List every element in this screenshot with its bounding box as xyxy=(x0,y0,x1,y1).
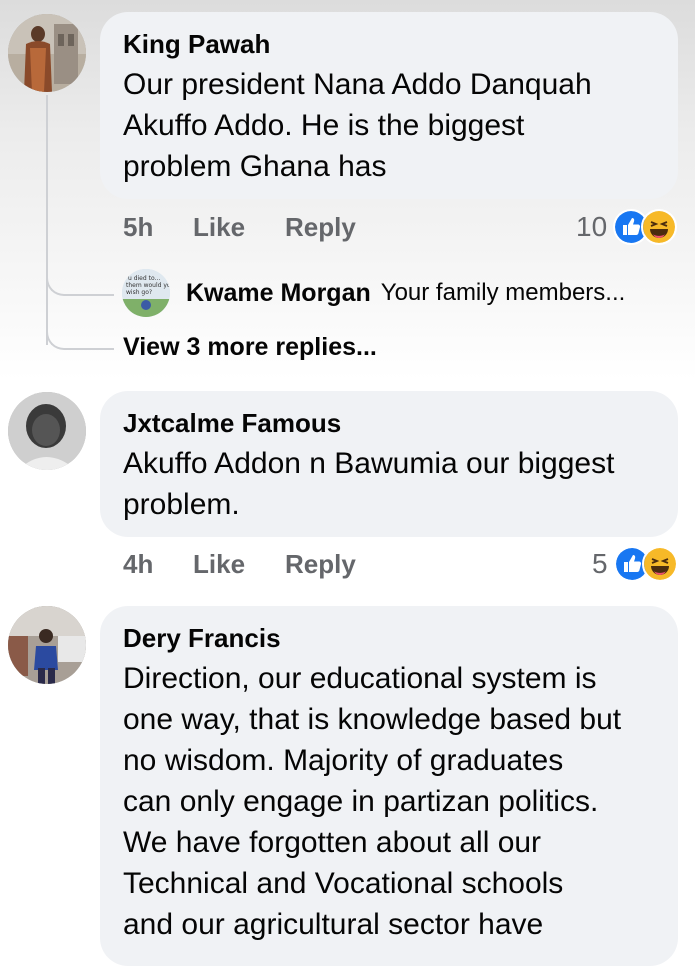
comment-text: Direction, our educational system is one… xyxy=(123,662,622,941)
svg-text:them would yo: them would yo xyxy=(126,282,170,289)
comment-bubble[interactable]: Dery Francis Direction, our educational … xyxy=(100,606,678,966)
comment-actions: 4h Like Reply xyxy=(123,544,356,584)
reaction-summary[interactable]: 10 xyxy=(576,207,678,247)
profile-photo-icon xyxy=(8,606,86,684)
avatar-dery-francis[interactable] xyxy=(8,606,86,684)
profile-photo-icon xyxy=(8,392,86,470)
reaction-count: 5 xyxy=(592,548,608,579)
comment-actions: 5h Like Reply xyxy=(123,207,356,247)
avatar-king-pawah[interactable] xyxy=(8,14,86,92)
haha-reaction-icon xyxy=(641,546,678,582)
comment-author[interactable]: Jxtcalme Famous xyxy=(123,407,656,439)
reply-author[interactable]: Kwame Morgan xyxy=(186,279,371,308)
comment-bubble[interactable]: Jxtcalme Famous Akuffo Addon n Bawumia o… xyxy=(100,391,678,537)
reply-snippet: Your family members... xyxy=(380,279,626,306)
comment-timestamp[interactable]: 4h xyxy=(123,549,193,580)
comment-text: Akuffo Addon n Bawumia our biggest probl… xyxy=(123,447,615,521)
like-button[interactable]: Like xyxy=(193,549,285,580)
avatar-jxtcalme-famous[interactable] xyxy=(8,392,86,470)
reply-button[interactable]: Reply xyxy=(285,212,356,243)
comment-timestamp[interactable]: 5h xyxy=(123,212,193,243)
thread-branch-more xyxy=(46,322,114,350)
profile-photo-icon: u died to... them would yo wish go? xyxy=(122,269,170,317)
comment-author[interactable]: Dery Francis xyxy=(123,622,656,654)
reaction-count: 10 xyxy=(576,211,608,242)
thread-line xyxy=(46,95,48,345)
avatar-kwame-morgan[interactable]: u died to... them would yo wish go? xyxy=(122,269,170,317)
haha-reaction-icon xyxy=(641,209,678,245)
reply-preview[interactable]: u died to... them would yo wish go? Kwam… xyxy=(122,268,625,318)
comment-author[interactable]: King Pawah xyxy=(123,28,656,60)
thread-branch-reply xyxy=(46,268,114,296)
like-button[interactable]: Like xyxy=(193,212,285,243)
svg-text:wish go?: wish go? xyxy=(126,289,152,296)
comment-bubble[interactable]: King Pawah Our president Nana Addo Danqu… xyxy=(100,12,678,199)
profile-photo-icon xyxy=(8,14,86,92)
reaction-summary[interactable]: 5 xyxy=(592,544,678,584)
reply-button[interactable]: Reply xyxy=(285,549,356,580)
svg-text:u died to...: u died to... xyxy=(128,275,160,282)
comment-text: Our president Nana Addo Danquah Akuffo A… xyxy=(123,68,592,183)
view-more-replies-link[interactable]: View 3 more replies... xyxy=(123,333,377,362)
